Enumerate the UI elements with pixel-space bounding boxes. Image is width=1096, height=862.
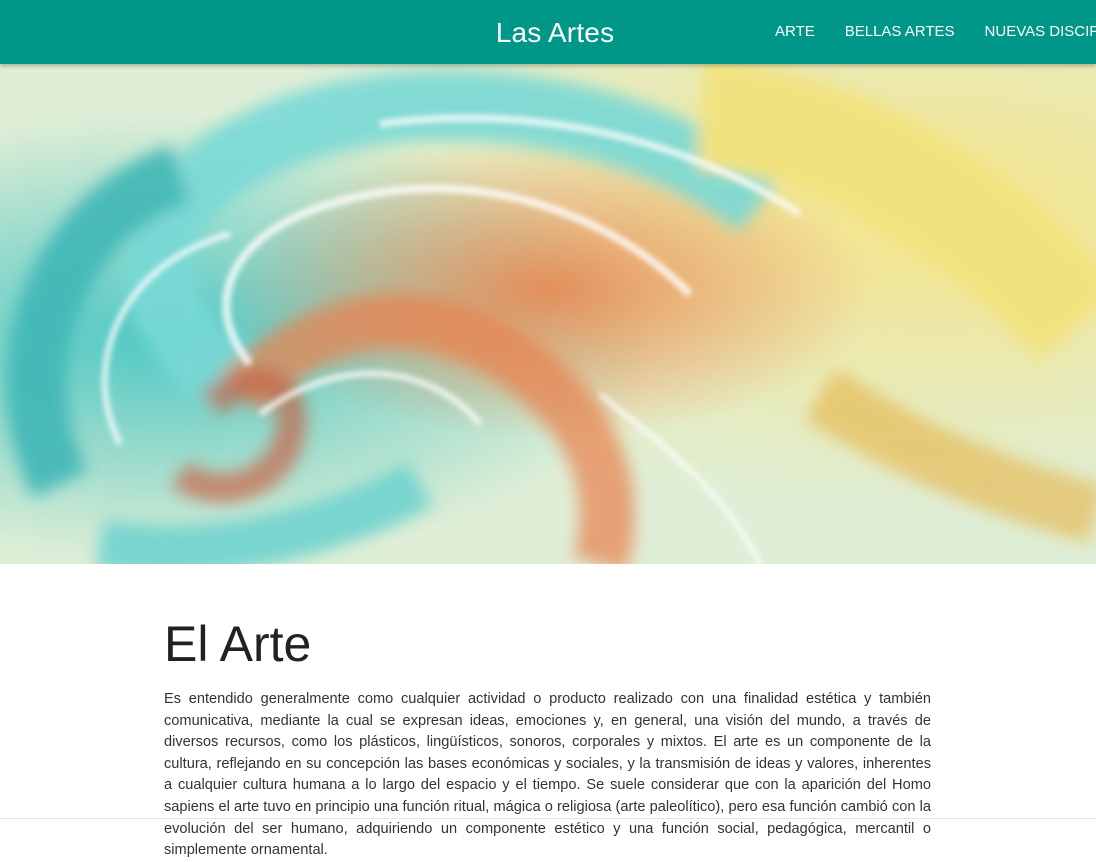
article-section: El Arte Es entendido generalmente como c…	[0, 564, 1096, 858]
article-body: Es entendido generalmente como cualquier…	[164, 691, 931, 859]
divider	[0, 818, 1096, 819]
nav-link-arte[interactable]: ARTE	[760, 0, 830, 64]
nav-link-bellas-artes[interactable]: BELLAS ARTES	[830, 0, 970, 64]
hero-painting	[0, 64, 1096, 564]
hero-image	[0, 64, 1096, 564]
nav-link-nuevas-disciplinas[interactable]: NUEVAS DISCIPLINAS	[970, 0, 1096, 64]
nav-links: ARTE BELLAS ARTES NUEVAS DISCIPLINAS	[760, 0, 1096, 64]
article-title: El Arte	[164, 616, 312, 672]
top-navbar: Las Artes ARTE BELLAS ARTES NUEVAS DISCI…	[0, 0, 1096, 64]
